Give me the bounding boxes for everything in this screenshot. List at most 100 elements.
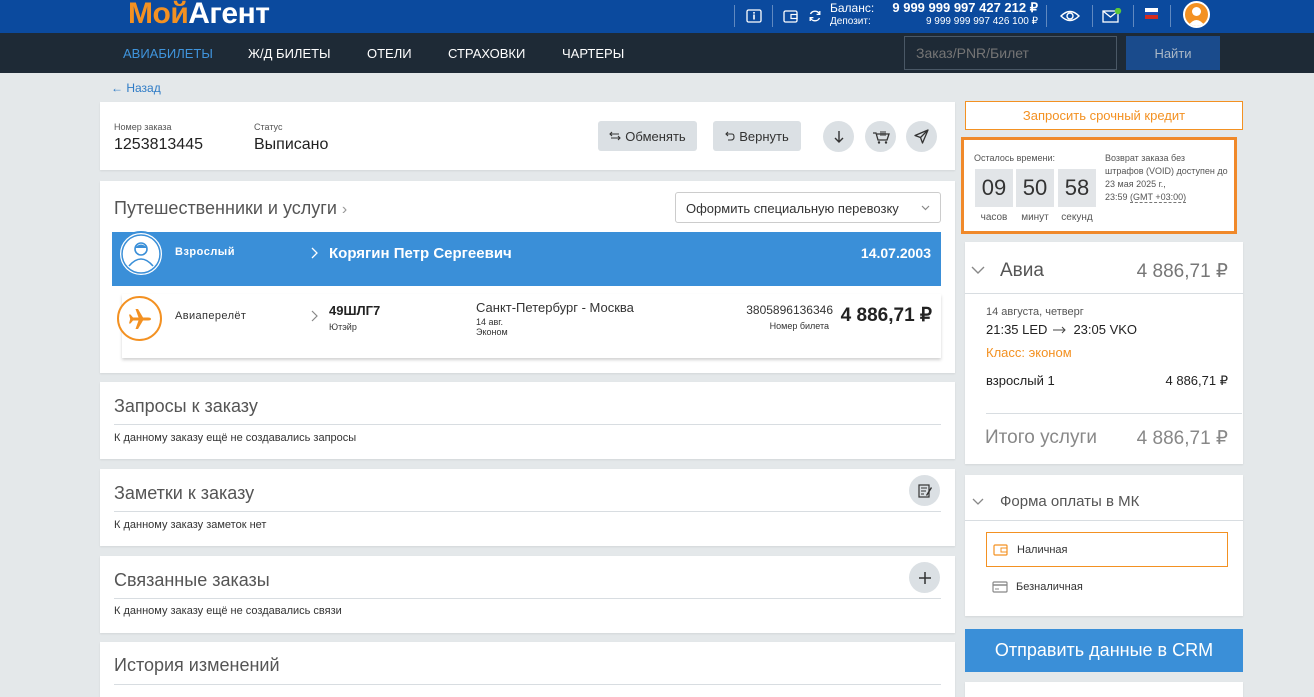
service-type: Авиаперелёт: [175, 310, 247, 322]
balance-block: Баланс: 9 999 999 997 427 212 ₽ Депозит: 9…: [830, 1, 1038, 29]
divider: [1170, 5, 1171, 27]
cart-button[interactable]: [865, 121, 896, 152]
deposit-label: Депозит:: [830, 16, 871, 27]
divider: [114, 511, 941, 512]
travelers-title[interactable]: Путешественники и услуги ›: [114, 198, 347, 219]
passenger-row[interactable]: Взрослый Корягин Петр Сергеевич 14.07.20…: [112, 231, 941, 286]
divider: [1092, 5, 1093, 27]
passenger-name: Корягин Петр Сергеевич: [329, 245, 512, 262]
payment-noncash-option[interactable]: Безналичная: [986, 573, 1228, 601]
payment-title: Форма оплаты в МК: [1000, 493, 1140, 510]
timer-minutes: 50: [1016, 169, 1054, 207]
history-title: История изменений: [114, 655, 280, 675]
divider: [965, 520, 1243, 521]
linked-empty-text: К данному заказу ещё не создавались связ…: [114, 605, 342, 617]
deposit-value: 9 999 999 997 426 100 ₽: [925, 16, 1038, 27]
services-label: Итого услуги: [985, 427, 1097, 448]
linked-title: Связанные заказы: [114, 570, 270, 590]
chevron-down-icon[interactable]: [972, 498, 984, 506]
urgent-credit-button[interactable]: Запросить срочный кредит: [965, 101, 1243, 130]
flight-row[interactable]: Авиаперелёт 49ШЛГ7 Ютэйр Санкт-Петербург…: [117, 294, 941, 358]
time-remaining-label: Осталось времени:: [974, 153, 1056, 163]
balance-label: Баланс:: [830, 1, 875, 15]
nav-avia[interactable]: АВИАБИЛЕТЫ: [123, 46, 213, 61]
divider: [114, 598, 941, 599]
passenger-birthdate: 14.07.2003: [860, 245, 931, 261]
exchange-button[interactable]: Обменять: [598, 121, 697, 151]
chevron-right-icon: [311, 247, 318, 259]
payment-cash-option[interactable]: Наличная: [986, 532, 1228, 567]
edit-note-icon: [917, 483, 932, 498]
avia-date: 14 августа, четверг: [986, 306, 1084, 318]
timer-seconds: 58: [1058, 169, 1096, 207]
requests-title: Запросы к заказу: [114, 396, 258, 416]
void-info: Возврат заказа без штрафов (VOID) доступ…: [1105, 153, 1228, 203]
add-linked-order-button[interactable]: [909, 562, 940, 593]
download-icon: [834, 130, 843, 143]
mail-icon[interactable]: [1101, 6, 1123, 26]
arrow-right-icon: [1053, 326, 1067, 333]
sidebar-bottom-card: [965, 682, 1243, 697]
notes-empty-text: К данному заказу заметок нет: [114, 519, 267, 531]
divider: [1133, 5, 1134, 27]
add-note-button[interactable]: [909, 475, 940, 506]
passenger-avatar-icon: [118, 231, 164, 277]
send-button[interactable]: [906, 121, 937, 152]
requests-empty-text: К данному заказу ещё не создавались запр…: [114, 432, 357, 444]
order-search-input[interactable]: [904, 36, 1117, 70]
divider: [986, 413, 1242, 414]
avia-pax-price: 4 886,71 ₽: [1165, 373, 1229, 388]
back-link[interactable]: ← Назад: [111, 81, 161, 95]
order-number: 1253813445: [114, 136, 203, 153]
chevron-down-icon: [921, 205, 930, 211]
send-to-crm-button[interactable]: Отправить данные в CRM: [965, 629, 1243, 672]
credit-card-icon: [992, 581, 1008, 593]
wallet-icon[interactable]: [781, 6, 801, 26]
divider: [1046, 5, 1047, 27]
logo[interactable]: МойАгент: [128, 0, 270, 31]
russia-flag-icon[interactable]: [1145, 8, 1158, 19]
user-avatar[interactable]: [1183, 1, 1210, 28]
nav-hotels[interactable]: ОТЕЛИ: [367, 46, 412, 61]
passenger-type: Взрослый: [175, 246, 235, 258]
avia-total: 4 886,71 ₽: [1136, 261, 1228, 282]
seconds-label: секунд: [1061, 212, 1093, 223]
flight-class: Эконом: [476, 327, 508, 337]
download-button[interactable]: [823, 121, 854, 152]
notes-card: Заметки к заказу К данному заказу замето…: [100, 469, 955, 546]
nav-charters[interactable]: ЧАРТЕРЫ: [562, 46, 624, 61]
refund-button[interactable]: Вернуть: [713, 121, 801, 151]
linked-orders-card: Связанные заказы К данному заказу ещё не…: [100, 556, 955, 633]
ticket-number: 3805896136346: [746, 303, 833, 317]
notes-title: Заметки к заказу: [114, 483, 255, 503]
refund-label: Вернуть: [739, 128, 789, 144]
pnr-code: 49ШЛГ7: [329, 303, 381, 318]
payment-card: Форма оплаты в МК Наличная Безналичная: [965, 475, 1243, 616]
order-number-label: Номер заказа: [114, 122, 172, 132]
nav-train[interactable]: Ж/Д БИЛЕТЫ: [248, 46, 331, 61]
airline-name: Ютэйр: [329, 322, 357, 332]
cart-icon: [872, 130, 890, 144]
return-icon: [725, 131, 735, 141]
avia-pax: взрослый 1: [986, 373, 1055, 388]
timezone-tooltip[interactable]: (GMT +03:00): [1130, 192, 1187, 203]
refresh-icon[interactable]: [805, 6, 825, 26]
exchange-icon: [609, 131, 622, 141]
top-header: МойАгент Баланс: 9 999 999 997 427 212 ₽ …: [0, 0, 1314, 33]
main-nav: АВИАБИЛЕТЫ Ж/Д БИЛЕТЫ ОТЕЛИ СТРАХОВКИ ЧА…: [0, 33, 1314, 73]
chevron-down-icon[interactable]: [971, 266, 985, 275]
chevron-right-icon: [311, 310, 318, 322]
balance-value: 9 999 999 997 427 212 ₽: [892, 0, 1038, 15]
avia-summary-card: Авиа 4 886,71 ₽ 14 августа, четверг 21:3…: [965, 242, 1243, 464]
nav-insurance[interactable]: СТРАХОВКИ: [448, 46, 525, 61]
special-transport-dropdown[interactable]: Оформить специальную перевозку: [675, 192, 941, 223]
status-label: Статус: [254, 122, 283, 132]
services-total: 4 886,71 ₽: [1136, 428, 1228, 449]
eye-icon[interactable]: [1059, 6, 1081, 26]
info-icon[interactable]: [744, 6, 764, 26]
search-button[interactable]: Найти: [1126, 36, 1220, 70]
airplane-icon: [117, 296, 162, 341]
wallet-icon: [993, 543, 1008, 556]
flight-date: 14 авг.: [476, 317, 503, 327]
ticket-number-label: Номер билета: [769, 321, 829, 331]
